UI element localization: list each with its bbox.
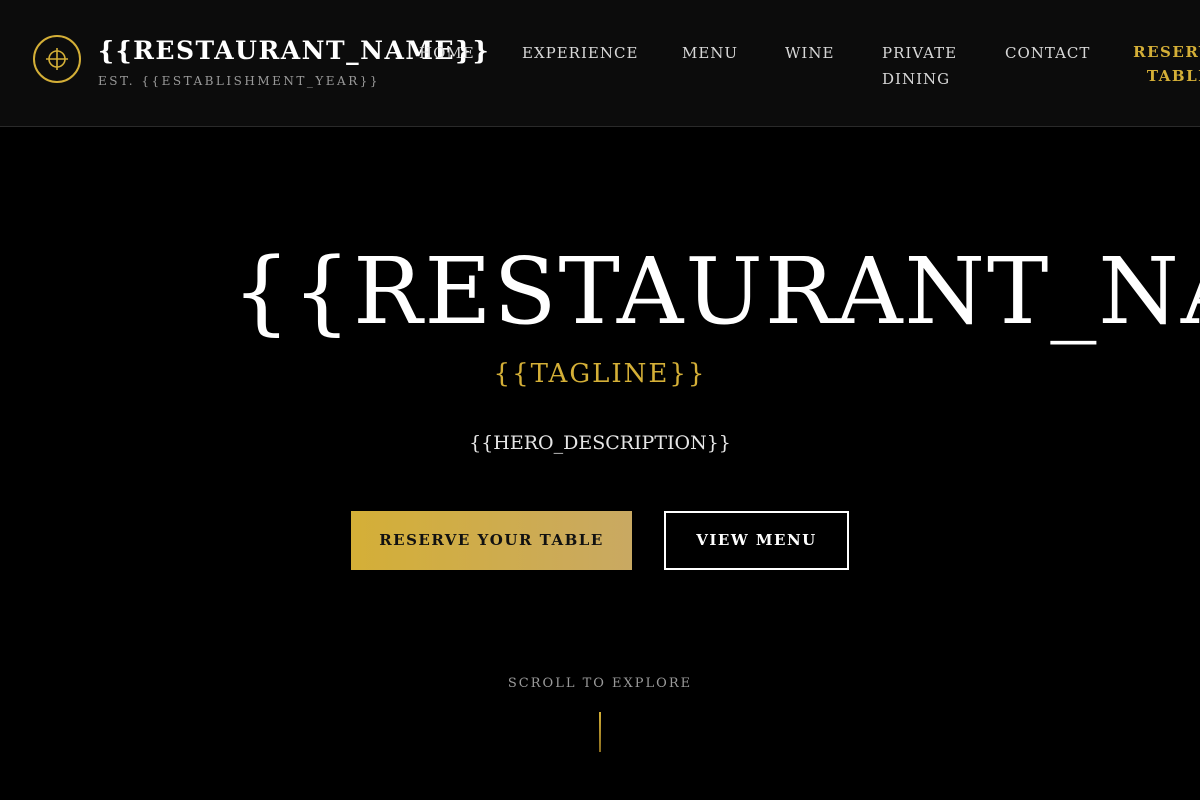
scroll-indicator-line bbox=[599, 712, 601, 752]
reserve-table-line1: RESERVE bbox=[1133, 43, 1200, 61]
hero-description: {{HERO_DESCRIPTION}} bbox=[469, 432, 731, 454]
site-header: {{RESTAURANT_NAME}} EST. {{ESTABLISHMENT… bbox=[0, 0, 1200, 127]
crosshair-circle-icon[interactable] bbox=[33, 35, 81, 83]
view-menu-button[interactable]: VIEW MENU bbox=[664, 511, 849, 570]
nav-home[interactable]: HOME bbox=[419, 40, 475, 66]
reserve-your-table-button[interactable]: RESERVE YOUR TABLE bbox=[351, 511, 632, 570]
nav-experience[interactable]: EXPERIENCE bbox=[522, 40, 638, 66]
nav-menu[interactable]: MENU bbox=[682, 40, 738, 66]
hero-tagline: {{TAGLINE}} bbox=[493, 359, 707, 389]
scroll-hint: SCROLL TO EXPLORE bbox=[507, 676, 693, 691]
nav-private-dining-line2: DINING bbox=[882, 70, 951, 88]
hero-title: {{RESTAURANT_NAME}} bbox=[232, 238, 1200, 345]
hero-section: {{RESTAURANT_NAME}} {{TAGLINE}} {{HERO_D… bbox=[0, 127, 1200, 800]
reserve-table-nav-button[interactable]: RESERVE TABLE bbox=[1124, 40, 1200, 88]
nav-private-dining[interactable]: PRIVATE DINING bbox=[882, 40, 957, 92]
established-year: EST. {{ESTABLISHMENT_YEAR}} bbox=[98, 74, 381, 88]
reserve-table-line2: TABLE bbox=[1146, 67, 1200, 85]
nav-private-dining-line1: PRIVATE bbox=[882, 44, 958, 62]
nav-contact[interactable]: CONTACT bbox=[1005, 40, 1090, 66]
nav-wine[interactable]: WINE bbox=[785, 40, 834, 66]
